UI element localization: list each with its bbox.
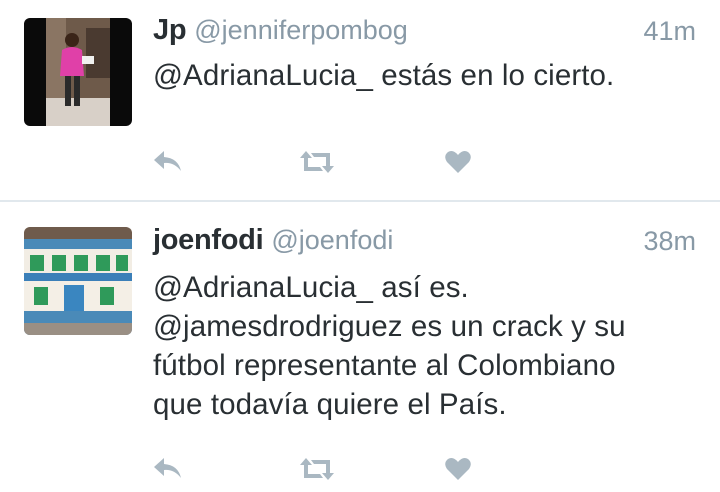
tweet-text: @AdrianaLucia_ estás en lo cierto. (153, 59, 615, 92)
tweet[interactable]: Jp @jenniferpombog 41m @AdrianaLucia_ est… (0, 0, 720, 200)
avatar[interactable] (24, 227, 132, 335)
reply-icon[interactable] (152, 456, 184, 487)
display-name[interactable]: Jp (153, 14, 187, 46)
timestamp: 38m (643, 226, 696, 256)
tweet-header: joenfodi @joenfodi 38m (153, 224, 696, 260)
tweet-actions (152, 456, 492, 486)
retweet-icon[interactable] (298, 456, 336, 487)
username[interactable]: @jenniferpombog (194, 15, 408, 45)
timestamp: 41m (643, 16, 696, 46)
display-name[interactable]: joenfodi (153, 224, 264, 256)
tweet-divider (0, 200, 720, 202)
heart-icon[interactable] (444, 149, 472, 180)
username[interactable]: @joenfodi (271, 225, 393, 255)
tweet-actions (152, 149, 492, 179)
avatar[interactable] (24, 18, 132, 126)
retweet-icon[interactable] (298, 149, 336, 180)
tweet-header: Jp @jenniferpombog 41m (153, 14, 696, 50)
tweet[interactable]: joenfodi @joenfodi 38m @AdrianaLucia_ así… (0, 203, 720, 492)
tweet-text: @AdrianaLucia_ así es. @jamesdrodriguez … (153, 271, 626, 421)
reply-icon[interactable] (152, 149, 184, 180)
heart-icon[interactable] (444, 456, 472, 487)
